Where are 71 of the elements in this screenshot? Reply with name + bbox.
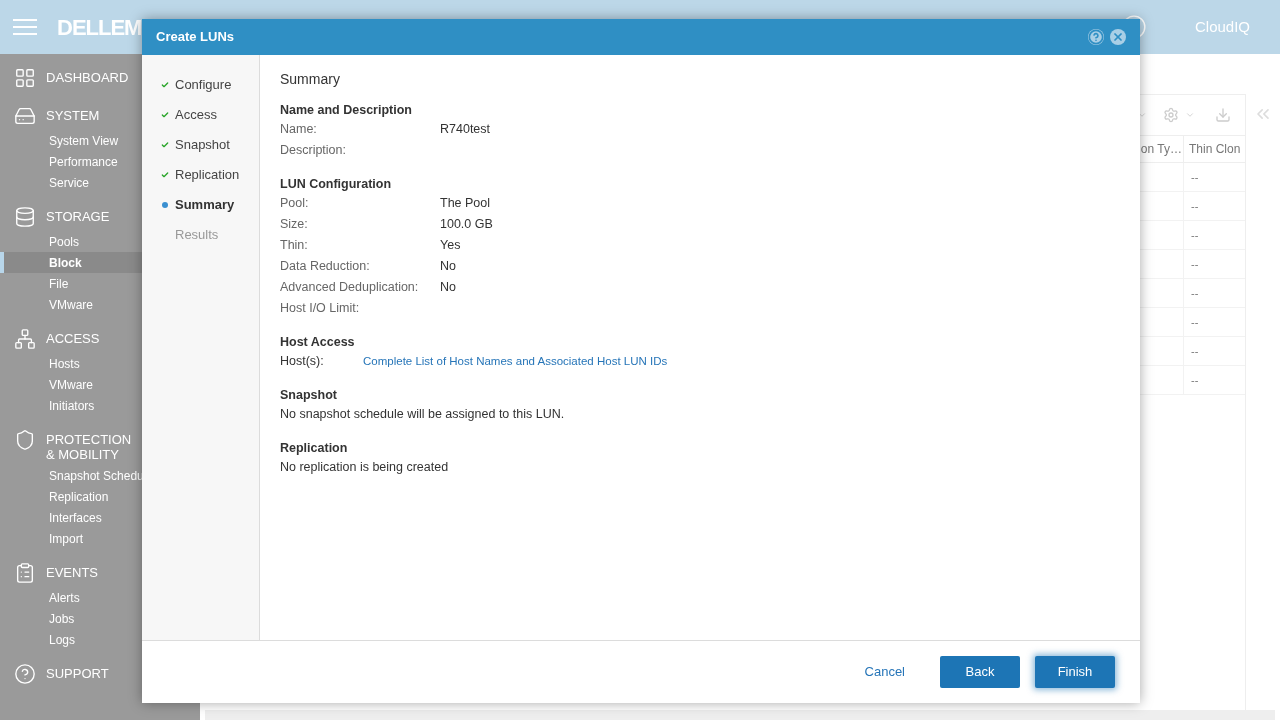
help-icon [14, 663, 36, 685]
section-title: Replication [280, 440, 349, 457]
field-label: Host(s): [280, 353, 325, 371]
settings-icon[interactable] [1163, 107, 1179, 123]
field-value: Yes [440, 237, 461, 255]
menu-icon[interactable] [13, 19, 37, 35]
section-text: No snapshot schedule will be assigned to this LUN. [280, 406, 566, 423]
field-label: Description: [280, 142, 347, 160]
field-value: No [440, 279, 456, 297]
section-text: No replication is being created [280, 459, 450, 476]
check-icon [161, 139, 169, 150]
table-cell: -- [1183, 221, 1245, 249]
caret-icon[interactable] [1137, 110, 1147, 120]
brand-logo: DELLEM [57, 13, 142, 42]
check-icon [161, 79, 169, 90]
back-button[interactable]: Back [940, 656, 1020, 688]
finish-button[interactable]: Finish [1035, 656, 1115, 688]
sidebar-section[interactable]: DASHBOARD [46, 67, 139, 85]
check-icon [161, 109, 169, 120]
wizard-step[interactable]: Replication [142, 165, 259, 184]
table-cell: -- [1183, 366, 1245, 394]
dialog-title: Create LUNs [156, 28, 235, 47]
cloud-logo[interactable]: CloudIQ [1194, 15, 1250, 39]
table-cell: -- [1183, 163, 1245, 191]
host-list-link[interactable]: Complete List of Host Names and Associated Host LUN IDs [363, 352, 668, 371]
database-icon [14, 206, 36, 228]
check-icon [161, 169, 169, 180]
table-cell: -- [1183, 279, 1245, 307]
section-title: Name and Description [280, 102, 413, 119]
field-label: Data Reduction: [280, 258, 371, 276]
network-icon [14, 328, 36, 350]
field-value: 100.0 GB [440, 216, 493, 234]
download-icon[interactable] [1215, 107, 1231, 123]
field-label: Advanced Deduplication: [280, 279, 420, 297]
section-title: Snapshot [280, 387, 338, 404]
sidebar-section[interactable]: STORAGE [46, 206, 139, 224]
sidebar-section[interactable]: PROTECTION & MOBILITY [46, 429, 139, 462]
wizard-step[interactable]: Results [142, 225, 259, 244]
cancel-button[interactable]: Cancel [844, 656, 925, 688]
drive-icon [14, 105, 36, 127]
wizard-step[interactable]: Configure [142, 75, 259, 94]
grid-icon [14, 67, 36, 89]
table-cell: -- [1183, 250, 1245, 278]
shield-icon [14, 429, 36, 451]
close-icon[interactable] [1110, 29, 1126, 45]
field-label: Size: [280, 216, 309, 234]
field-value: No [440, 258, 456, 276]
field-label: Thin: [280, 237, 309, 255]
field-value: The Pool [440, 195, 491, 213]
column-header[interactable]: Thin Clon [1183, 136, 1245, 162]
field-value: R740test [440, 121, 491, 139]
table-cell: -- [1183, 308, 1245, 336]
wizard-step[interactable]: Snapshot [142, 135, 259, 154]
scrollbar[interactable] [205, 710, 1275, 720]
sidebar-section[interactable]: SYSTEM [46, 105, 139, 123]
table-cell: -- [1183, 337, 1245, 365]
field-label: Host I/O Limit: [280, 300, 361, 318]
sidebar-section[interactable]: EVENTS [46, 562, 139, 580]
sidebar-section[interactable]: ACCESS [46, 328, 139, 346]
table-cell: -- [1183, 192, 1245, 220]
wizard-step[interactable]: Access [142, 105, 259, 124]
caret-icon[interactable] [1185, 110, 1195, 120]
field-label: Pool: [280, 195, 310, 213]
clipboard-icon [14, 562, 36, 584]
wizard-step[interactable]: Summary [142, 195, 259, 214]
field-label: Name: [280, 121, 318, 139]
section-title: Host Access [280, 334, 356, 351]
help-icon[interactable] [1088, 29, 1104, 45]
section-title: LUN Configuration [280, 176, 393, 193]
sidebar-section[interactable]: SUPPORT [46, 663, 139, 681]
summary-heading: Summary [280, 70, 341, 89]
